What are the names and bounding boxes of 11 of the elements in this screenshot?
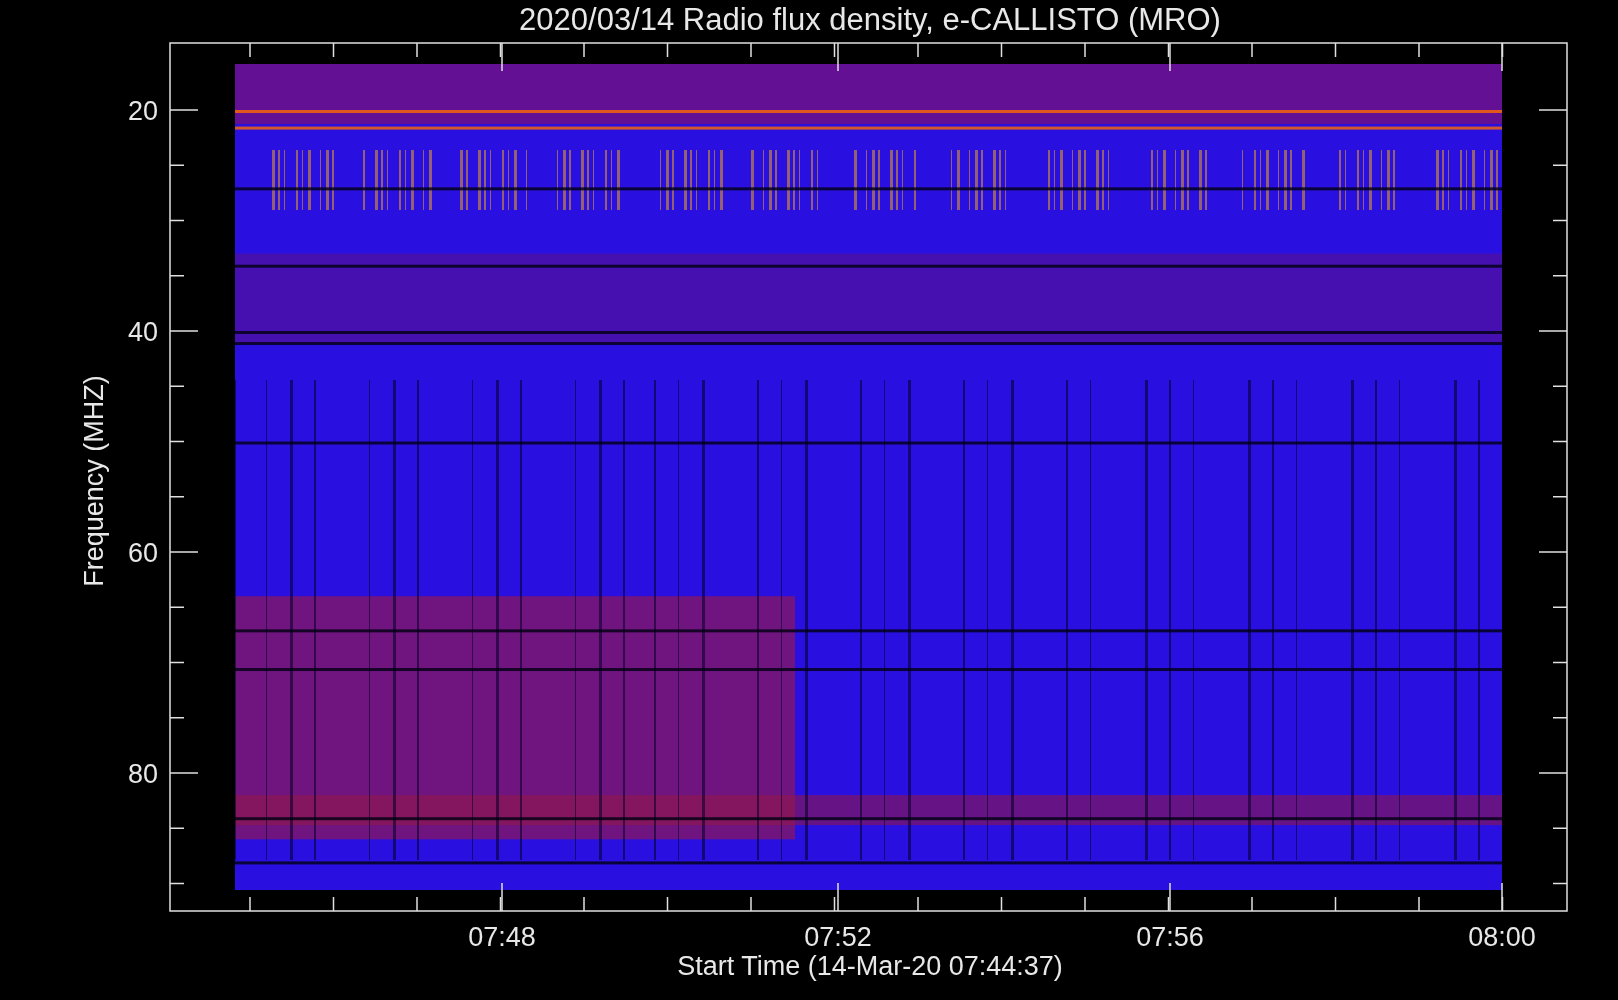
x-tick-label: 08:00 — [1468, 922, 1536, 952]
x-axis-label: Start Time (14-Mar-20 07:44:37) — [677, 951, 1063, 981]
y-tick-label: 20 — [127, 96, 158, 126]
x-tick-label: 07:52 — [804, 922, 872, 952]
chart-title: 2020/03/14 Radio flux density, e-CALLISTO (MRO) — [519, 2, 1221, 37]
y-tick-label: 80 — [127, 759, 158, 789]
x-tick-label: 07:56 — [1136, 922, 1204, 952]
y-tick-label: 40 — [127, 317, 158, 347]
y-tick-label: 60 — [127, 538, 158, 568]
x-tick-label: 07:48 — [468, 922, 536, 952]
y-axis-label: Frequency (MHZ) — [79, 375, 109, 587]
